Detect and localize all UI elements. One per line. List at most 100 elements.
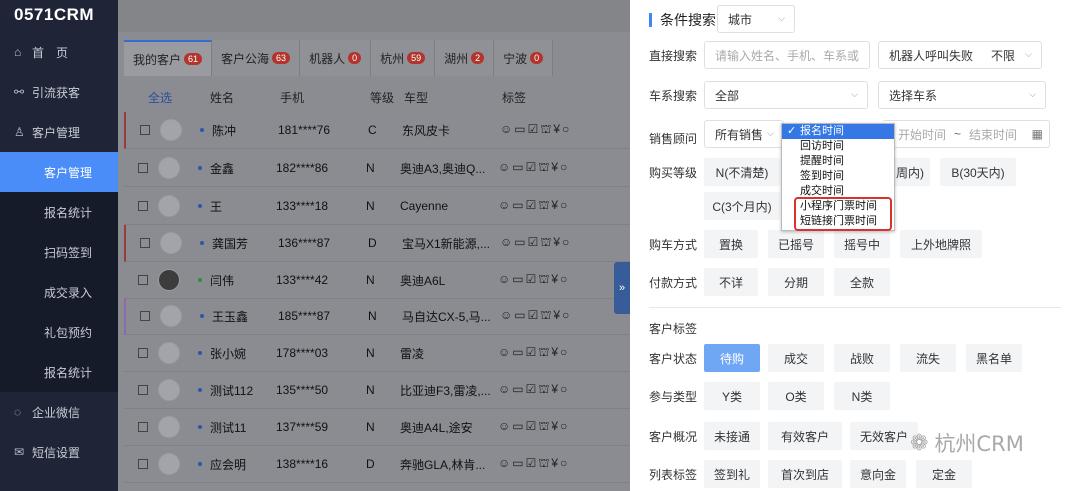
table-row[interactable]: 张小婉 178****03 N 雷凌 ☺▭☑⛫¥○ xyxy=(124,335,630,372)
car-brand-select[interactable]: 全部 ⌵ xyxy=(704,81,868,109)
tab-huzhou[interactable]: 湖州 2 xyxy=(435,40,495,76)
car-series-select[interactable]: 选择车系 ⌵ xyxy=(878,81,1046,109)
cell-tag-icons[interactable]: ☺▭☑⛫¥○ xyxy=(498,456,608,472)
table-row[interactable]: 王玉鑫 185****87 N 马自达CX-5,马... ☺▭☑⛫¥○ xyxy=(124,298,630,335)
sidebar-item-wecom[interactable]: ◌ 企业微信 xyxy=(0,392,118,432)
table-row[interactable]: 测试11 137****59 N 奥迪A4L,途安 ☺▭☑⛫¥○ xyxy=(124,409,630,446)
sidebar-item-customer-management[interactable]: ♙ 客户管理 xyxy=(0,112,118,152)
row-checkbox[interactable] xyxy=(138,163,148,173)
tab-ningbo[interactable]: 宁波 0 xyxy=(494,40,554,76)
payment-option-unknown[interactable]: 不详 xyxy=(704,268,758,296)
row-checkbox[interactable] xyxy=(140,125,150,135)
sidebar-subitem-customer-management[interactable]: 客户管理 xyxy=(0,152,118,192)
cell-tag-icons[interactable]: ☺▭☑⛫¥○ xyxy=(498,345,608,361)
tab-customer-pool[interactable]: 客户公海 63 xyxy=(212,40,301,76)
customer-status-label: 客户状态 xyxy=(649,352,698,366)
list-tag-option-deposit[interactable]: 定金 xyxy=(916,460,972,488)
avatar xyxy=(158,379,180,401)
sidebar-subitem-scan-checkin[interactable]: 扫码签到 xyxy=(0,232,118,272)
cell-name[interactable]: 陈冲 xyxy=(212,122,278,139)
row-checkbox[interactable] xyxy=(138,348,148,358)
table-row[interactable]: 应会明 138****16 D 奔驰GLA,林肯... ☺▭☑⛫¥○ xyxy=(124,446,630,483)
participation-option-n[interactable]: N类 xyxy=(834,382,890,410)
cell-name[interactable]: 王 xyxy=(210,198,276,215)
cell-tag-icons[interactable]: ☺▭☑⛫¥○ xyxy=(498,272,608,288)
dropdown-option-checkin-time[interactable]: 签到时间 xyxy=(782,169,894,184)
row-checkbox[interactable] xyxy=(138,201,148,211)
sidebar-subitem-registration-stats[interactable]: 报名统计 xyxy=(0,192,118,232)
list-tag-option-intent-deposit[interactable]: 意向金 xyxy=(850,460,906,488)
list-tag-option-first-visit[interactable]: 首次到店 xyxy=(768,460,842,488)
table-row[interactable]: 龚国芳 136****87 D 宝马X1新能源,... ☺▭☑⛫¥○ xyxy=(124,225,630,262)
participation-option-y[interactable]: Y类 xyxy=(704,382,760,410)
cell-tag-icons[interactable]: ☺▭☑⛫¥○ xyxy=(498,382,608,398)
method-option-lottery-pending[interactable]: 摇号中 xyxy=(834,230,890,258)
table-row[interactable]: 金鑫 182****86 N 奥迪A3,奥迪Q... ☺▭☑⛫¥○ xyxy=(124,150,630,187)
method-option-trade-in[interactable]: 置换 xyxy=(704,230,758,258)
cell-tag-icons[interactable]: ☺▭☑⛫¥○ xyxy=(498,198,608,214)
cell-tag-icons[interactable]: ☺▭☑⛫¥○ xyxy=(498,160,608,176)
level-option-a[interactable]: 周内) xyxy=(890,158,930,186)
count-badge: 59 xyxy=(407,52,426,64)
sidebar-item-home[interactable]: ⌂ 首 页 xyxy=(0,32,118,72)
sidebar-subitem-deal-entry[interactable]: 成交录入 xyxy=(0,272,118,312)
row-checkbox[interactable] xyxy=(140,238,150,248)
dropdown-option-revisit-time[interactable]: 回访时间 xyxy=(782,139,894,154)
date-range-input[interactable]: 开始时间 ~ 结束时间 ▦ xyxy=(882,120,1050,148)
sidebar-subitem-gift-booking[interactable]: 礼包预约 xyxy=(0,312,118,352)
status-option-churned[interactable]: 流失 xyxy=(900,344,956,372)
cell-tag-icons[interactable]: ☺▭☑⛫¥○ xyxy=(500,122,610,138)
level-option-b[interactable]: B(30天内) xyxy=(940,158,1016,186)
payment-option-full[interactable]: 全款 xyxy=(834,268,890,296)
participation-option-o[interactable]: O类 xyxy=(768,382,824,410)
city-select[interactable]: 城市 ⌵ xyxy=(717,5,795,33)
select-all-link[interactable]: 全选 xyxy=(124,89,210,106)
cell-name[interactable]: 闫伟 xyxy=(210,272,276,289)
row-checkbox[interactable] xyxy=(138,385,148,395)
overview-option-valid[interactable]: 有效客户 xyxy=(768,422,842,450)
cell-name[interactable]: 测试11 xyxy=(210,419,276,436)
table-row[interactable]: 陈冲 181****76 C 东风皮卡 ☺▭☑⛫¥○ xyxy=(124,112,630,149)
status-option-pending[interactable]: 待购 xyxy=(704,344,760,372)
direct-search-input[interactable]: 请输入姓名、手机、车系或店铺 xyxy=(704,41,870,69)
cell-name[interactable]: 龚国芳 xyxy=(212,235,278,252)
overview-option-unreached[interactable]: 未接通 xyxy=(704,422,760,450)
cell-tag-icons[interactable]: ☺▭☑⛫¥○ xyxy=(500,235,610,251)
row-checkbox[interactable] xyxy=(138,459,148,469)
dropdown-option-signup-time[interactable]: ✓ 报名时间 xyxy=(782,124,894,139)
tab-robot[interactable]: 机器人 0 xyxy=(300,40,372,76)
calendar-icon[interactable]: ▦ xyxy=(1032,127,1043,141)
dropdown-option-reminder-time[interactable]: 提醒时间 xyxy=(782,154,894,169)
sidebar-item-sms-settings[interactable]: ✉ 短信设置 xyxy=(0,432,118,472)
table-row[interactable]: 王 133****18 N Cayenne ☺▭☑⛫¥○ xyxy=(124,188,630,225)
row-checkbox[interactable] xyxy=(140,311,150,321)
sidebar-item-lead-acquisition[interactable]: ⚯ 引流获客 xyxy=(0,72,118,112)
cell-name[interactable]: 金鑫 xyxy=(210,160,276,177)
status-option-lost-deal[interactable]: 战败 xyxy=(834,344,890,372)
table-row[interactable]: 闫伟 133****42 N 奥迪A6L ☺▭☑⛫¥○ xyxy=(124,262,630,299)
cell-tag-icons[interactable]: ☺▭☑⛫¥○ xyxy=(500,308,610,324)
cell-name[interactable]: 张小婉 xyxy=(210,345,276,362)
payment-option-installment[interactable]: 分期 xyxy=(768,268,824,296)
tab-my-customers[interactable]: 我的客户 61 xyxy=(124,40,213,76)
cell-name[interactable]: 测试112 xyxy=(210,382,276,399)
level-option-c[interactable]: C(3个月内) xyxy=(704,192,780,220)
robot-call-failed-select[interactable]: 机器人呼叫失败 不限 ⌵ xyxy=(878,41,1042,69)
cell-name[interactable]: 王玉鑫 xyxy=(212,308,278,325)
sidebar-subitem-registration-stats-2[interactable]: 报名统计 xyxy=(0,352,118,392)
status-option-blacklist[interactable]: 黑名单 xyxy=(966,344,1022,372)
list-tag-option-checkin-gift[interactable]: 签到礼 xyxy=(704,460,760,488)
row-checkbox[interactable] xyxy=(138,275,148,285)
sales-consultant-select[interactable]: 所有销售 ⌵ xyxy=(704,120,784,148)
cell-name[interactable]: 应会明 xyxy=(210,456,276,473)
status-option-closed[interactable]: 成交 xyxy=(768,344,824,372)
table-row[interactable]: 测试112 135****50 N 比亚迪F3,雷凌,... ☺▭☑⛫¥○ xyxy=(124,372,630,409)
cell-tag-icons[interactable]: ☺▭☑⛫¥○ xyxy=(498,419,608,435)
overview-option-invalid[interactable]: 无效客户 xyxy=(850,422,918,450)
tab-hangzhou[interactable]: 杭州 59 xyxy=(371,40,436,76)
row-checkbox[interactable] xyxy=(138,422,148,432)
level-option-n[interactable]: N(不清楚) xyxy=(704,158,780,186)
expand-toggle-icon[interactable]: » xyxy=(614,262,630,314)
method-option-out-of-town-plate[interactable]: 上外地牌照 xyxy=(900,230,982,258)
method-option-lottery-won[interactable]: 已摇号 xyxy=(768,230,824,258)
